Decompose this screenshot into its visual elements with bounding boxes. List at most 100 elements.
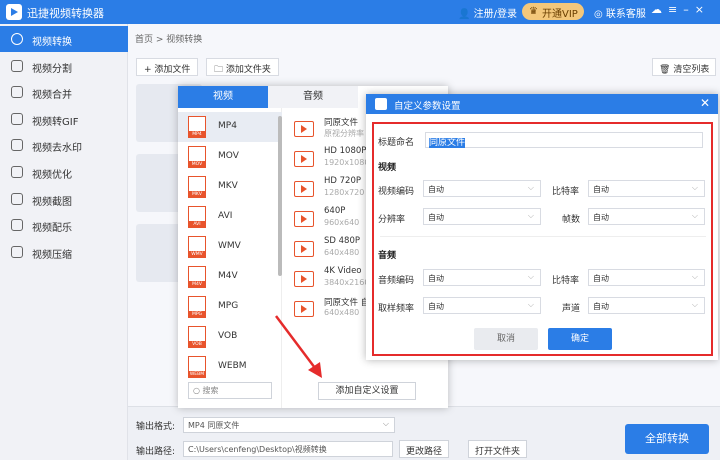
login-label: 注册/登录: [473, 9, 518, 20]
sidebar-item[interactable]: 视频截图: [0, 186, 128, 212]
audio-codec-select[interactable]: 自动 ⌵: [423, 269, 541, 286]
video-codec-value: 自动: [428, 185, 444, 194]
fps-label: 帧数: [562, 215, 581, 225]
format-tag: M4V: [188, 281, 206, 288]
split-icon: [11, 59, 23, 72]
trash-icon: 🗑: [659, 65, 671, 75]
user-icon: 👤: [458, 9, 471, 20]
format-name: MPG: [218, 301, 239, 311]
add-custom-settings-button[interactable]: 添加自定义设置: [318, 382, 416, 400]
open-folder-button[interactable]: 打开文件夹: [468, 440, 528, 458]
cancel-button[interactable]: 取消: [474, 328, 538, 350]
format-name: AVI: [218, 211, 233, 221]
title-name-value: 同原文件: [429, 138, 466, 148]
fps-select[interactable]: 自动 ⌵: [588, 208, 705, 225]
format-name: MKV: [218, 181, 238, 191]
format-item[interactable]: AVI AVI: [178, 202, 282, 232]
format-name: MOV: [218, 151, 239, 161]
format-item[interactable]: WEBM WEBM: [178, 352, 282, 382]
format-item[interactable]: VOB VOB: [178, 322, 282, 352]
video-section-title: 视频: [378, 163, 397, 173]
output-format-label: 输出格式:: [136, 422, 176, 432]
output-format-value: MP4 同原文件: [188, 421, 240, 430]
app-title: 迅捷视频转换器: [27, 7, 104, 20]
chevron-down-icon: ⌵: [527, 183, 534, 192]
tab-video[interactable]: 视频: [178, 86, 268, 108]
output-format-select[interactable]: MP4 同原文件 ⌵: [183, 417, 395, 433]
video-file-icon: [294, 121, 314, 137]
preset-resolution: 640x480: [324, 248, 360, 257]
format-item[interactable]: M4V M4V: [178, 262, 282, 292]
video-codec-select[interactable]: 自动 ⌵: [423, 180, 541, 197]
gif-icon: [11, 112, 23, 125]
file-format-icon: VOB: [188, 326, 206, 348]
ok-button[interactable]: 确定: [548, 328, 612, 350]
file-format-icon: MP4: [188, 116, 206, 138]
audio-section-title: 音频: [378, 251, 397, 261]
sidebar-item-label: 视频截图: [32, 196, 72, 208]
title-name-input[interactable]: 同原文件: [425, 132, 703, 148]
format-item[interactable]: MKV MKV: [178, 172, 282, 202]
chevron-down-icon: ⌵: [527, 211, 534, 220]
sidebar-item[interactable]: 视频转换: [0, 26, 128, 52]
menu-icon[interactable]: ≡: [668, 3, 683, 16]
samplerate-select[interactable]: 自动 ⌵: [423, 297, 541, 314]
video-file-icon: [294, 181, 314, 197]
vip-button[interactable]: ♛ 开通VIP: [522, 3, 584, 20]
resolution-select[interactable]: 自动 ⌵: [423, 208, 541, 225]
dialog-header: 自定义参数设置 ✕: [366, 94, 718, 114]
sidebar-item[interactable]: 视频优化: [0, 159, 128, 185]
preset-resolution: 960x640: [324, 218, 360, 227]
skin-icon[interactable]: ☁: [651, 3, 668, 16]
format-search-input[interactable]: ○ 搜索: [188, 382, 272, 399]
format-item[interactable]: MPG MPG: [178, 292, 282, 322]
format-item[interactable]: MP4 MP4: [178, 112, 282, 142]
output-path-field[interactable]: C:\Users\cenfeng\Desktop\视频转换: [183, 441, 393, 457]
login-link[interactable]: 👤 注册/登录: [458, 5, 517, 20]
highlight-box: 标题命名 同原文件 视频 视频编码 自动 ⌵ 比特率 自动 ⌵ 分辨率 自动 ⌵ 帧数…: [372, 122, 713, 356]
convert-all-button[interactable]: 全部转换: [625, 424, 709, 454]
audio-bitrate-select[interactable]: 自动 ⌵: [588, 269, 705, 286]
service-link[interactable]: ◎ 联系客服: [594, 5, 646, 20]
channels-label: 声道: [562, 304, 581, 314]
channels-select[interactable]: 自动 ⌵: [588, 297, 705, 314]
sidebar-item[interactable]: 视频合并: [0, 79, 128, 105]
sidebar-item-label: 视频压缩: [32, 249, 72, 261]
sidebar-item[interactable]: 视频配乐: [0, 212, 128, 238]
optimize-icon: [11, 166, 23, 178]
chevron-down-icon: ⌵: [527, 300, 534, 309]
format-name: M4V: [218, 271, 238, 281]
format-list-scrollbar[interactable]: [278, 116, 282, 276]
sidebar-item-label: 视频转换: [32, 37, 72, 48]
clear-list-button[interactable]: 🗑 清空列表: [652, 58, 717, 76]
bitrate-select[interactable]: 自动 ⌵: [588, 180, 705, 197]
video-file-icon: [294, 151, 314, 167]
format-item[interactable]: WMV WMV: [178, 232, 282, 262]
output-path-label: 输出路径:: [136, 447, 176, 457]
format-tag: WMV: [188, 251, 206, 258]
close-icon[interactable]: ×: [695, 3, 710, 16]
dialog-title: 自定义参数设置: [394, 101, 461, 112]
format-item[interactable]: MOV MOV: [178, 142, 282, 172]
change-path-button[interactable]: 更改路径: [399, 440, 450, 458]
bitrate-value: 自动: [593, 185, 609, 194]
close-icon[interactable]: ✕: [700, 96, 710, 110]
sidebar-item[interactable]: 视频去水印: [0, 132, 128, 158]
format-list: MP4 MP4 MOV MOV MKV MKV AVI AVI WMV WMV M4V M4V MPG M…: [178, 108, 282, 408]
service-label: 联系客服: [605, 9, 646, 20]
format-tag: AVI: [188, 221, 206, 228]
format-name: MP4: [218, 121, 237, 131]
add-file-button[interactable]: + 添加文件: [136, 58, 199, 76]
add-folder-button[interactable]: 🗀 添加文件夹: [206, 58, 279, 76]
sidebar-item[interactable]: 视频压缩: [0, 239, 128, 265]
add-folder-label: 添加文件夹: [225, 65, 271, 75]
sidebar-item[interactable]: 视频分割: [0, 53, 128, 79]
format-tag: MPG: [188, 311, 206, 318]
minimize-icon[interactable]: –: [683, 3, 695, 16]
chat-icon: ◎: [594, 9, 603, 20]
format-tag: MOV: [188, 161, 206, 168]
preset-name: 同原文件: [324, 118, 359, 128]
merge-icon: [11, 86, 23, 99]
sidebar-item[interactable]: 视频转GIF: [0, 106, 128, 132]
tab-audio[interactable]: 音频: [268, 86, 358, 108]
